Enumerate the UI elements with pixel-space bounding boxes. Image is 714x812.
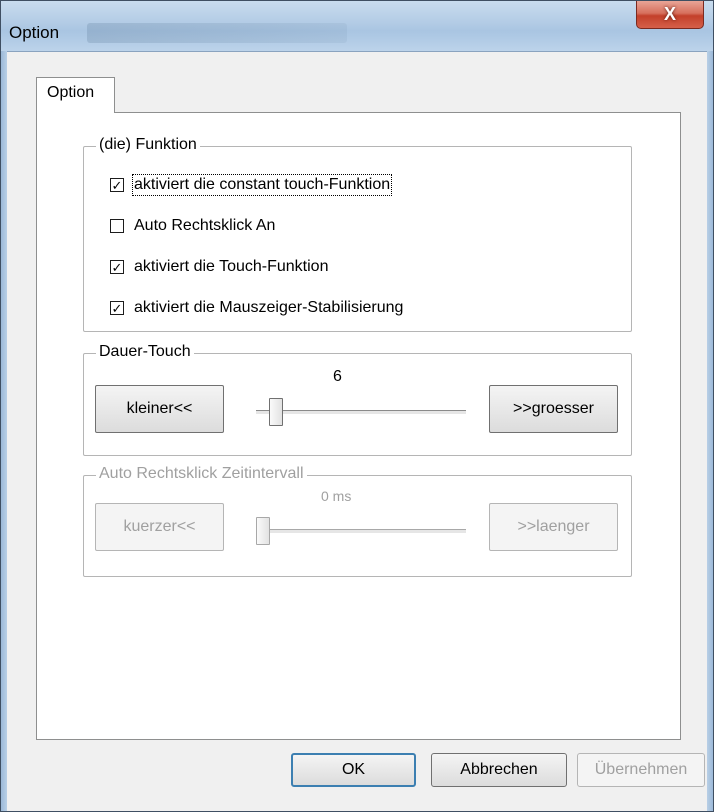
checkbox-label: aktiviert die Mauszeiger-Stabilisierung (134, 299, 404, 316)
checkbox-box[interactable]: ✓ (110, 301, 124, 315)
auto-right-click-interval-value: 0 ms (321, 488, 352, 504)
check-icon: ✓ (111, 259, 123, 275)
decrease-button[interactable]: kleiner<< (95, 385, 224, 433)
checkbox-label: aktiviert die Touch-Funktion (134, 258, 329, 275)
checkbox-pointer-stabilization[interactable]: ✓ aktiviert die Mauszeiger-Stabilisierun… (110, 297, 403, 319)
checkbox-touch-function[interactable]: ✓ aktiviert die Touch-Funktion (110, 256, 328, 278)
cancel-button[interactable]: Abbrechen (431, 753, 567, 787)
checkbox-constant-touch[interactable]: ✓ aktiviert die constant touch-Funktion (110, 174, 393, 196)
function-group: (die) Funktion ✓ aktiviert die constant … (83, 136, 632, 332)
checkbox-box[interactable] (110, 219, 124, 233)
tab-panel: (die) Funktion ✓ aktiviert die constant … (36, 112, 681, 740)
apply-button[interactable]: Übernehmen (577, 753, 705, 787)
checkbox-auto-right-click[interactable]: Auto Rechtsklick An (110, 215, 275, 237)
checkbox-label: Auto Rechtsklick An (134, 217, 276, 234)
checkbox-box[interactable]: ✓ (110, 178, 124, 192)
blurred-title-suffix (87, 23, 347, 43)
dauer-touch-group: Dauer-Touch 6 kleiner<< >>groesser (83, 343, 632, 456)
shorter-button[interactable]: kuerzer<< (95, 503, 224, 551)
tab-option-label: Option (47, 84, 95, 101)
dauer-touch-slider-track[interactable] (256, 410, 466, 415)
dauer-touch-value: 6 (333, 368, 342, 385)
check-icon: ✓ (111, 177, 123, 193)
close-button[interactable]: X (636, 1, 704, 29)
window-title: Option (9, 23, 60, 42)
tab-option[interactable]: Option (36, 77, 115, 113)
window-frame-left (1, 51, 7, 811)
function-group-legend: (die) Funktion (96, 136, 200, 154)
increase-button[interactable]: >>groesser (489, 385, 618, 433)
auto-right-click-slider-track[interactable] (256, 529, 466, 534)
option-dialog: Option X Option (die) Funktion ✓ aktivie… (0, 0, 714, 812)
dauer-touch-slider-thumb[interactable] (269, 398, 283, 426)
close-icon: X (663, 4, 676, 24)
title-bar[interactable]: Option X (1, 1, 713, 52)
window-frame-right (707, 51, 713, 811)
dauer-touch-legend: Dauer-Touch (96, 343, 194, 361)
auto-right-click-interval-group: Auto Rechtsklick Zeitintervall 0 ms kuer… (83, 465, 632, 577)
checkbox-box[interactable]: ✓ (110, 260, 124, 274)
longer-button[interactable]: >>laenger (489, 503, 618, 551)
checkbox-label: aktiviert die constant touch-Funktion (131, 174, 393, 196)
check-icon: ✓ (111, 300, 123, 316)
auto-right-click-interval-legend: Auto Rechtsklick Zeitintervall (96, 465, 307, 483)
ok-button[interactable]: OK (291, 753, 416, 787)
auto-right-click-slider-thumb[interactable] (256, 517, 270, 545)
